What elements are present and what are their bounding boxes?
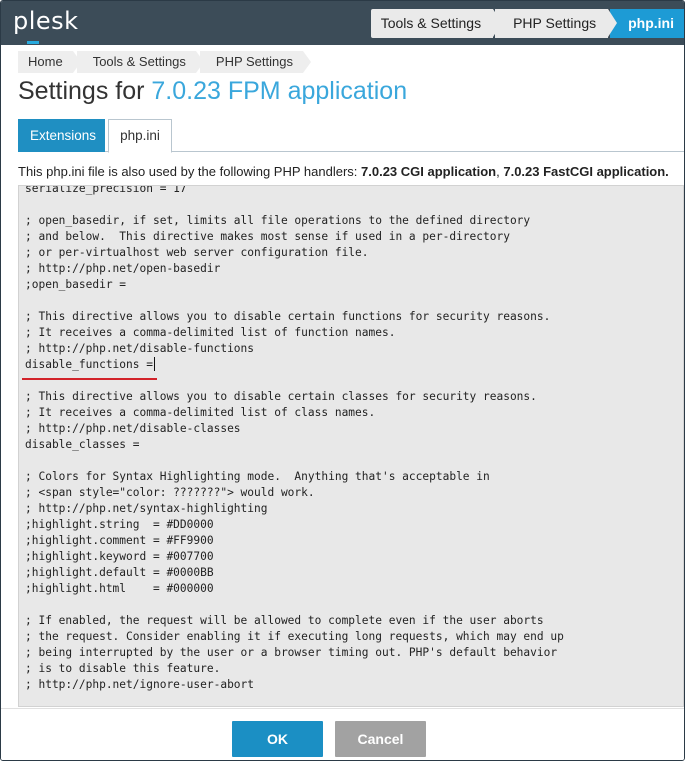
page-title-accent[interactable]: 7.0.23 FPM application — [151, 77, 407, 105]
crumb-php-settings[interactable]: PHP Settings — [199, 51, 312, 73]
editor-line: disable_classes = — [25, 438, 140, 451]
page-title: Settings for 7.0.23 FPM application — [18, 77, 407, 106]
logo-underline — [27, 41, 39, 44]
breadcrumb: Home Tools & Settings PHP Settings — [18, 51, 312, 73]
top-crumb-php-settings[interactable]: PHP Settings — [495, 9, 618, 38]
top-crumb-php-ini: php.ini — [610, 9, 684, 38]
editor-line: ; or per-virtualhost web server configur… — [25, 246, 369, 259]
editor-line: ; http://php.net/ignore-user-abort — [25, 678, 255, 691]
tab-extensions[interactable]: Extensions — [18, 119, 105, 152]
editor-line: ;highlight.string = #DD0000 — [25, 518, 214, 531]
handlers-description: This php.ini file is also used by the fo… — [18, 164, 669, 179]
editor-line: ; <span style="color: ???????"> would wo… — [25, 486, 315, 499]
tab-bar: Extensions php.ini — [18, 119, 684, 153]
editor-line: ; the request. Consider enabling it if e… — [25, 630, 564, 643]
crumb-tools-settings[interactable]: Tools & Settings — [76, 51, 205, 73]
text-caret — [153, 357, 155, 371]
editor-line: ; It receives a comma-delimited list of … — [25, 406, 376, 419]
handler-fastcgi: 7.0.23 FastCGI application. — [503, 164, 669, 179]
editor-content[interactable]: serialize_precision = 17 ; open_basedir, … — [25, 185, 564, 693]
editor-line: ; It receives a comma-delimited list of … — [25, 326, 396, 339]
editor-line: ;highlight.comment = #FF9900 — [25, 534, 214, 547]
cancel-button[interactable]: Cancel — [335, 721, 426, 757]
editor-line: ; and below. This directive makes most s… — [25, 230, 510, 243]
editor-line: disable_functions = — [25, 357, 155, 371]
description-text: This php.ini file is also used by the fo… — [18, 164, 362, 179]
editor-line: ; http://php.net/disable-functions — [25, 342, 255, 355]
editor-line: ; is to disable this feature. — [25, 662, 221, 675]
editor-line: ; http://php.net/syntax-highlighting — [25, 502, 268, 515]
handler-cgi: 7.0.23 CGI application — [361, 164, 497, 179]
editor-line: ; Colors for Syntax Highlighting mode. A… — [25, 470, 490, 483]
logo-text: plesk — [13, 7, 79, 35]
dialog-window: plesk Tools & Settings PHP Settings php.… — [0, 0, 685, 761]
editor-line: ;open_basedir = — [25, 278, 127, 291]
editor-line: ; If enabled, the request will be allowe… — [25, 614, 544, 627]
page-title-prefix: Settings for — [18, 77, 152, 105]
disable-functions-highlight — [22, 378, 157, 380]
editor-line: ;highlight.html = #000000 — [25, 582, 214, 595]
editor-line: serialize_precision = 17 — [25, 185, 187, 195]
editor-line: ; http://php.net/disable-classes — [25, 422, 241, 435]
top-crumb-tools-settings[interactable]: Tools & Settings — [370, 9, 503, 38]
editor-line: ; being interrupted by the user or a bro… — [25, 646, 558, 659]
editor-line: ; open_basedir, if set, limits all file … — [25, 214, 531, 227]
top-bar: plesk Tools & Settings PHP Settings php.… — [1, 1, 684, 45]
editor-line: ; This directive allows you to disable c… — [25, 310, 551, 323]
tab-php-ini[interactable]: php.ini — [108, 119, 172, 153]
php-ini-editor[interactable]: serialize_precision = 17 ; open_basedir, … — [18, 185, 684, 707]
editor-line: ;highlight.keyword = #007700 — [25, 550, 214, 563]
editor-line: ;highlight.default = #0000BB — [25, 566, 214, 579]
dialog-footer: OK Cancel — [1, 708, 684, 760]
plesk-logo: plesk — [13, 7, 79, 44]
ok-button[interactable]: OK — [232, 721, 323, 757]
top-breadcrumb: Tools & Settings PHP Settings php.ini — [370, 9, 684, 38]
editor-line: ; http://php.net/open-basedir — [25, 262, 221, 275]
crumb-home[interactable]: Home — [18, 51, 81, 73]
editor-line: ; This directive allows you to disable c… — [25, 390, 537, 403]
